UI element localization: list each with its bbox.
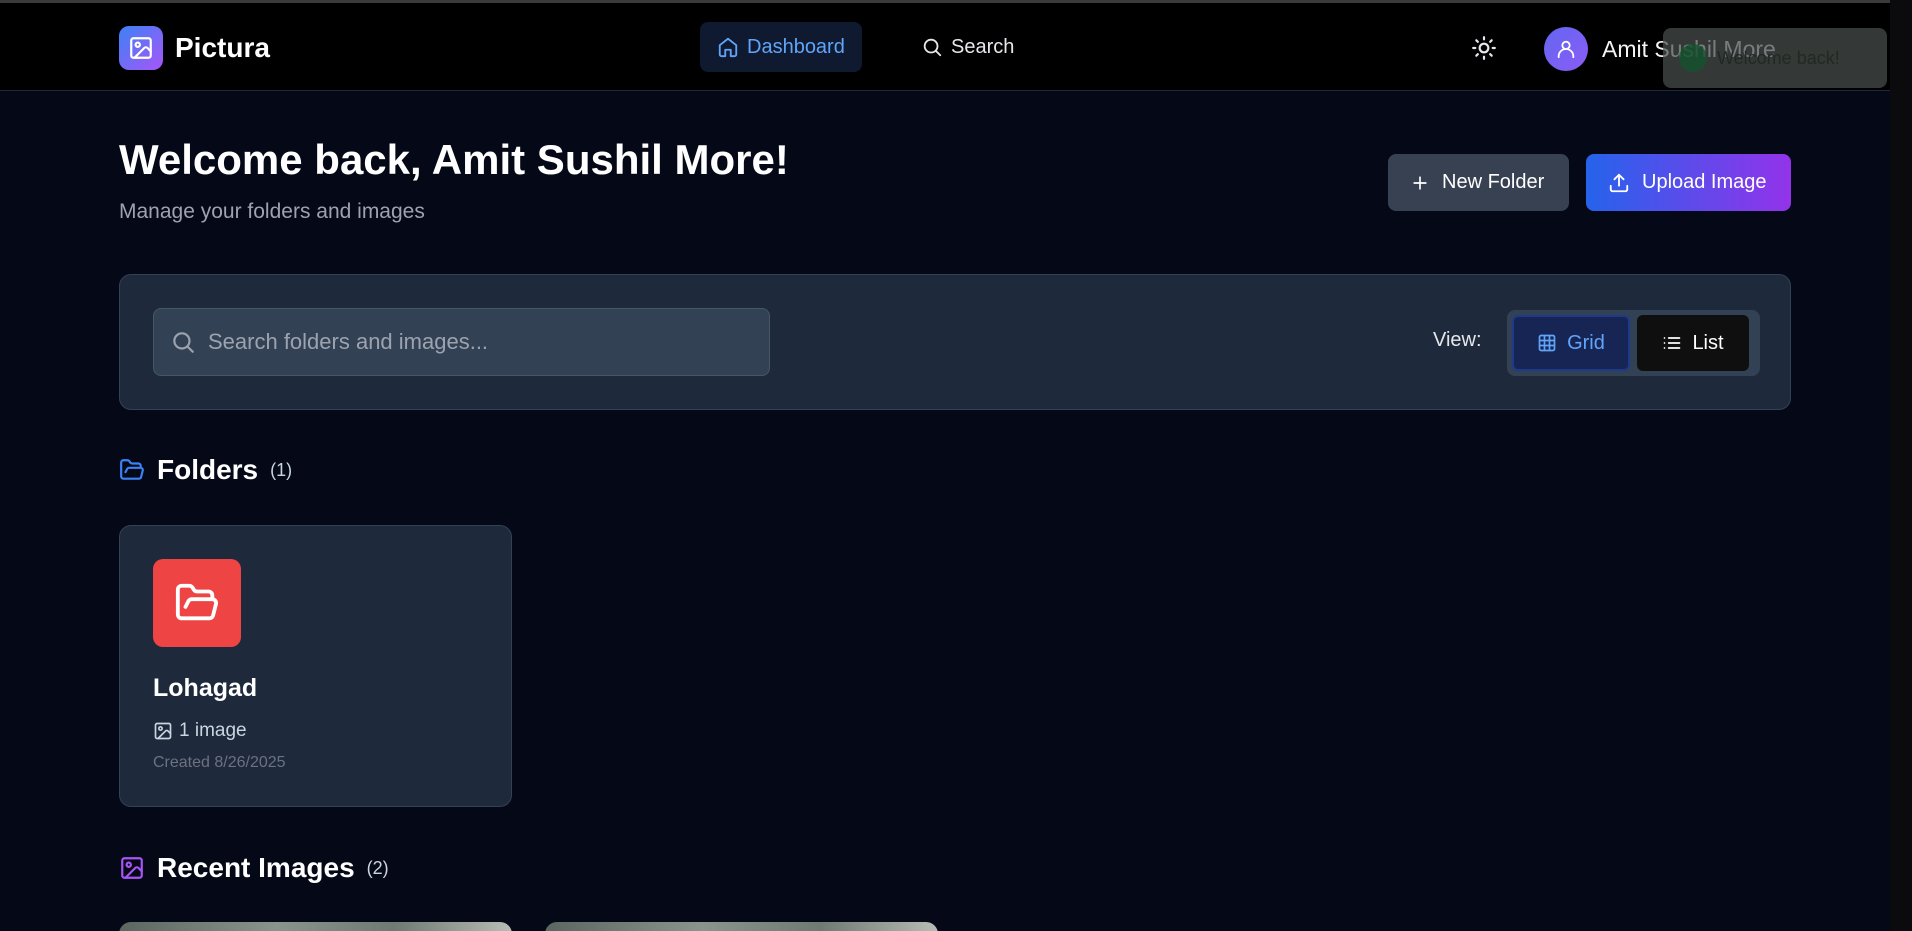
sun-icon xyxy=(1472,36,1496,60)
search-icon xyxy=(173,332,194,353)
new-folder-button[interactable]: New Folder xyxy=(1388,154,1569,211)
list-view-label: List xyxy=(1692,331,1724,354)
welcome-toast: Welcome back! xyxy=(1663,28,1887,88)
search-filter-panel: View: Grid List xyxy=(119,274,1791,410)
folder-open-icon xyxy=(153,559,241,647)
home-icon xyxy=(718,37,738,58)
folder-created-date: Created 8/26/2025 xyxy=(153,754,286,771)
recent-image-thumbnail[interactable] xyxy=(119,922,512,931)
user-icon xyxy=(1557,40,1575,59)
avatar xyxy=(1544,27,1588,71)
image-icon xyxy=(121,857,143,879)
top-navbar: Pictura Dashboard Search Amit Sushil Mor… xyxy=(0,3,1912,91)
folders-count: (1) xyxy=(270,459,293,480)
view-toggle: Grid List xyxy=(1507,310,1760,376)
folder-name: Lohagad xyxy=(153,674,258,702)
toast-message: Welcome back! xyxy=(1717,47,1840,68)
app-name: Pictura xyxy=(175,32,270,63)
nav-search-label: Search xyxy=(951,35,1015,58)
view-label: View: xyxy=(1433,329,1482,351)
folder-image-count-label: 1 image xyxy=(179,720,247,741)
search-box[interactable] xyxy=(153,308,770,376)
search-icon xyxy=(923,38,942,57)
app-logo[interactable]: Pictura xyxy=(119,26,270,70)
recent-images-count: (2) xyxy=(366,857,389,878)
check-circle-icon xyxy=(1679,44,1707,72)
image-icon xyxy=(154,722,172,740)
upload-icon xyxy=(1609,173,1629,192)
image-icon xyxy=(119,26,163,70)
grid-view-button[interactable]: Grid xyxy=(1512,315,1630,371)
list-view-button[interactable]: List xyxy=(1637,315,1749,371)
grid-view-label: Grid xyxy=(1567,331,1605,354)
nav-search[interactable]: Search xyxy=(904,22,1031,72)
new-folder-label: New Folder xyxy=(1442,171,1545,193)
page-title: Welcome back, Amit Sushil More! xyxy=(119,136,789,183)
upload-image-label: Upload Image xyxy=(1642,171,1767,193)
folders-section-title: Folders xyxy=(157,454,259,485)
nav-dashboard[interactable]: Dashboard xyxy=(700,22,862,72)
folder-card[interactable]: Lohagad 1 image Created 8/26/2025 xyxy=(119,525,512,807)
list-icon xyxy=(1664,337,1681,349)
recent-image-thumbnail[interactable] xyxy=(545,922,938,931)
recent-images-title: Recent Images xyxy=(157,852,355,883)
plus-icon xyxy=(1413,175,1427,190)
page-subtitle: Manage your folders and images xyxy=(119,200,425,223)
recent-images-section-header: Recent Images (2) xyxy=(119,852,389,884)
nav-dashboard-label: Dashboard xyxy=(747,35,845,58)
theme-toggle-button[interactable] xyxy=(1469,33,1499,63)
folder-open-icon xyxy=(120,459,144,480)
scrollbar-track[interactable] xyxy=(1890,0,1912,931)
upload-image-button[interactable]: Upload Image xyxy=(1586,154,1791,211)
grid-icon xyxy=(1538,334,1556,352)
folder-image-count: 1 image xyxy=(153,720,247,742)
search-input[interactable] xyxy=(208,329,748,355)
folders-section-header: Folders (1) xyxy=(119,454,292,486)
